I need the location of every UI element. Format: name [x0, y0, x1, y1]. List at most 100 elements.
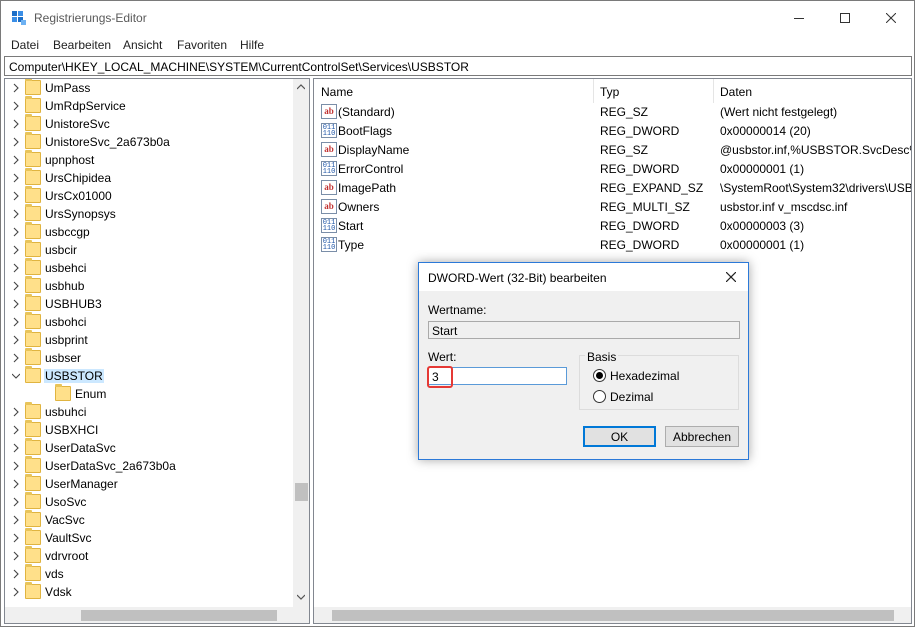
chevron-right-icon[interactable]	[12, 533, 20, 543]
chevron-right-icon[interactable]	[12, 281, 20, 291]
value-row[interactable]: 011 110 BootFlags REG_DWORD 0x00000014 (20)	[314, 122, 911, 141]
chevron-right-icon[interactable]	[12, 515, 20, 525]
dialog-close-button[interactable]	[722, 269, 740, 285]
value-row[interactable]: 011 110 Start REG_DWORD 0x00000003 (3)	[314, 217, 911, 236]
values-horizontal-scroll-thumb[interactable]	[332, 610, 894, 621]
key-tree-pane[interactable]: UmPass UmRdpService UnistoreSvc UnistoreSvc…	[4, 78, 310, 624]
value-row[interactable]: ab Owners REG_MULTI_SZ usbstor.inf v_mscdsc…	[314, 198, 911, 217]
menu-hilfe[interactable]: Hilfe	[240, 38, 264, 52]
chevron-right-icon[interactable]	[12, 407, 20, 417]
tree-item[interactable]: usbcir	[5, 240, 291, 259]
chevron-right-icon[interactable]	[12, 497, 20, 507]
chevron-right-icon[interactable]	[12, 191, 20, 201]
tree-item[interactable]: vds	[5, 564, 291, 583]
maximize-button[interactable]	[822, 1, 868, 35]
chevron-right-icon[interactable]	[12, 299, 20, 309]
chevron-right-icon[interactable]	[12, 155, 20, 165]
tree-item-label: usbehci	[45, 261, 87, 275]
tree-item[interactable]: UserManager	[5, 474, 291, 493]
chevron-down-icon[interactable]	[12, 371, 20, 381]
value-type: REG_DWORD	[600, 124, 680, 138]
tree-vertical-scroll-thumb[interactable]	[295, 483, 308, 501]
value-data-label: Wert:	[428, 350, 457, 364]
tree-item[interactable]: VacSvc	[5, 510, 291, 529]
chevron-right-icon[interactable]	[12, 101, 20, 111]
cancel-button[interactable]: Abbrechen	[665, 426, 739, 447]
chevron-right-icon[interactable]	[12, 461, 20, 471]
tree-item[interactable]: vdrvroot	[5, 546, 291, 565]
chevron-right-icon[interactable]	[12, 479, 20, 489]
chevron-right-icon[interactable]	[12, 587, 20, 597]
tree-item[interactable]: usbhub	[5, 276, 291, 295]
chevron-right-icon[interactable]	[12, 317, 20, 327]
menu-favoriten[interactable]: Favoriten	[177, 38, 227, 52]
address-bar[interactable]: Computer\HKEY_LOCAL_MACHINE\SYSTEM\Curre…	[4, 56, 912, 76]
menu-bearbeiten[interactable]: Bearbeiten	[53, 38, 111, 52]
tree-item[interactable]: upnphost	[5, 150, 291, 169]
column-header-name[interactable]: Name	[321, 79, 353, 103]
tree-item[interactable]: UrsSynopsys	[5, 204, 291, 223]
chevron-right-icon[interactable]	[12, 83, 20, 93]
scroll-up-button[interactable]	[293, 79, 309, 95]
string-value-icon: ab	[321, 142, 337, 157]
value-row[interactable]: 011 110 Type REG_DWORD 0x00000001 (1)	[314, 236, 911, 255]
tree-item[interactable]: UmPass	[5, 79, 291, 97]
tree-item[interactable]: Enum	[5, 384, 291, 403]
value-row[interactable]: ab ImagePath REG_EXPAND_SZ \SystemRoot\Syst…	[314, 179, 912, 198]
tree-horizontal-scroll-thumb[interactable]	[81, 610, 277, 621]
chevron-right-icon[interactable]	[12, 569, 20, 579]
chevron-right-icon[interactable]	[12, 173, 20, 183]
ok-button[interactable]: OK	[583, 426, 656, 447]
column-header-data[interactable]: Daten	[720, 79, 752, 103]
tree-item[interactable]: UsoSvc	[5, 492, 291, 511]
tree-item[interactable]: Vdsk	[5, 582, 291, 601]
tree-item[interactable]: usbser	[5, 348, 291, 367]
column-header-type[interactable]: Typ	[600, 79, 619, 103]
tree-item[interactable]: UnistoreSvc	[5, 114, 291, 133]
tree-item[interactable]: UmRdpService	[5, 96, 291, 115]
column-divider[interactable]	[593, 79, 594, 103]
chevron-right-icon[interactable]	[12, 227, 20, 237]
chevron-right-icon[interactable]	[12, 353, 20, 363]
tree-item[interactable]: usbohci	[5, 312, 291, 331]
value-type: REG_MULTI_SZ	[600, 200, 690, 214]
tree-item[interactable]: usbehci	[5, 258, 291, 277]
chevron-right-icon[interactable]	[12, 335, 20, 345]
value-row[interactable]: ab DisplayName REG_SZ @usbstor.inf,%USBSTOR…	[314, 141, 911, 160]
tree-item[interactable]: usbuhci	[5, 402, 291, 421]
tree-item-label: UnistoreSvc	[45, 117, 110, 131]
tree-item[interactable]: usbprint	[5, 330, 291, 349]
chevron-right-icon[interactable]	[12, 551, 20, 561]
value-row[interactable]: 011 110 ErrorControl REG_DWORD 0x00000001 (…	[314, 160, 911, 179]
radio-button-icon[interactable]	[593, 390, 606, 403]
tree-item[interactable]: UrsCx01000	[5, 186, 291, 205]
chevron-right-icon[interactable]	[12, 137, 20, 147]
tree-item[interactable]: UserDataSvc_2a673b0a	[5, 456, 291, 475]
close-button[interactable]	[868, 1, 914, 35]
chevron-right-icon[interactable]	[12, 119, 20, 129]
tree-item[interactable]: USBHUB3	[5, 294, 291, 313]
tree-item[interactable]: usbccgp	[5, 222, 291, 241]
minimize-button[interactable]	[776, 1, 822, 35]
value-row[interactable]: ab (Standard) REG_SZ (Wert nicht festgelegt…	[314, 103, 911, 122]
tree-item[interactable]: VaultSvc	[5, 528, 291, 547]
chevron-right-icon[interactable]	[12, 263, 20, 273]
folder-icon	[25, 348, 41, 365]
folder-icon	[25, 330, 41, 347]
menu-ansicht[interactable]: Ansicht	[123, 38, 162, 52]
value-data: \SystemRoot\System32\drivers\USB	[720, 181, 912, 195]
menu-datei[interactable]: Datei	[11, 38, 39, 52]
tree-item[interactable]: USBSTOR	[5, 366, 291, 385]
scroll-down-button[interactable]	[293, 589, 309, 605]
tree-item[interactable]: UserDataSvc	[5, 438, 291, 457]
column-divider[interactable]	[713, 79, 714, 103]
tree-vertical-scrollbar[interactable]	[293, 79, 309, 607]
chevron-right-icon[interactable]	[12, 443, 20, 453]
chevron-right-icon[interactable]	[12, 245, 20, 255]
chevron-right-icon[interactable]	[12, 209, 20, 219]
tree-item[interactable]: USBXHCI	[5, 420, 291, 439]
radio-button-checked-icon[interactable]	[593, 369, 606, 382]
tree-item[interactable]: UnistoreSvc_2a673b0a	[5, 132, 291, 151]
tree-item[interactable]: UrsChipidea	[5, 168, 291, 187]
chevron-right-icon[interactable]	[12, 425, 20, 435]
